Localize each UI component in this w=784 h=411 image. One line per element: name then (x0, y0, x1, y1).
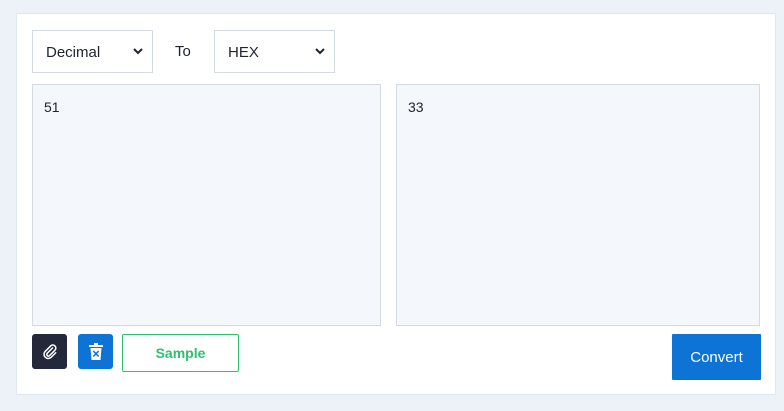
paperclip-icon (42, 343, 57, 359)
convert-button-label: Convert (690, 348, 743, 366)
output-textarea[interactable]: 33 (396, 84, 760, 326)
converter-card: Decimal To HEX 51 33 Sample Convert (16, 13, 776, 395)
chevron-down-icon (133, 48, 143, 55)
to-format-value: HEX (228, 44, 259, 61)
clear-button[interactable] (78, 334, 113, 369)
to-format-select[interactable]: HEX (214, 30, 335, 73)
sample-button-label: Sample (155, 345, 206, 361)
input-text: 51 (44, 99, 60, 115)
chevron-down-icon (315, 48, 325, 55)
trash-icon (88, 342, 103, 360)
output-text: 33 (408, 99, 424, 115)
from-format-value: Decimal (46, 44, 101, 61)
convert-button[interactable]: Convert (672, 334, 761, 380)
from-format-select[interactable]: Decimal (32, 30, 153, 73)
input-textarea[interactable]: 51 (32, 84, 381, 326)
to-label: To (175, 43, 191, 60)
sample-button[interactable]: Sample (122, 334, 239, 372)
attach-file-button[interactable] (32, 334, 67, 369)
